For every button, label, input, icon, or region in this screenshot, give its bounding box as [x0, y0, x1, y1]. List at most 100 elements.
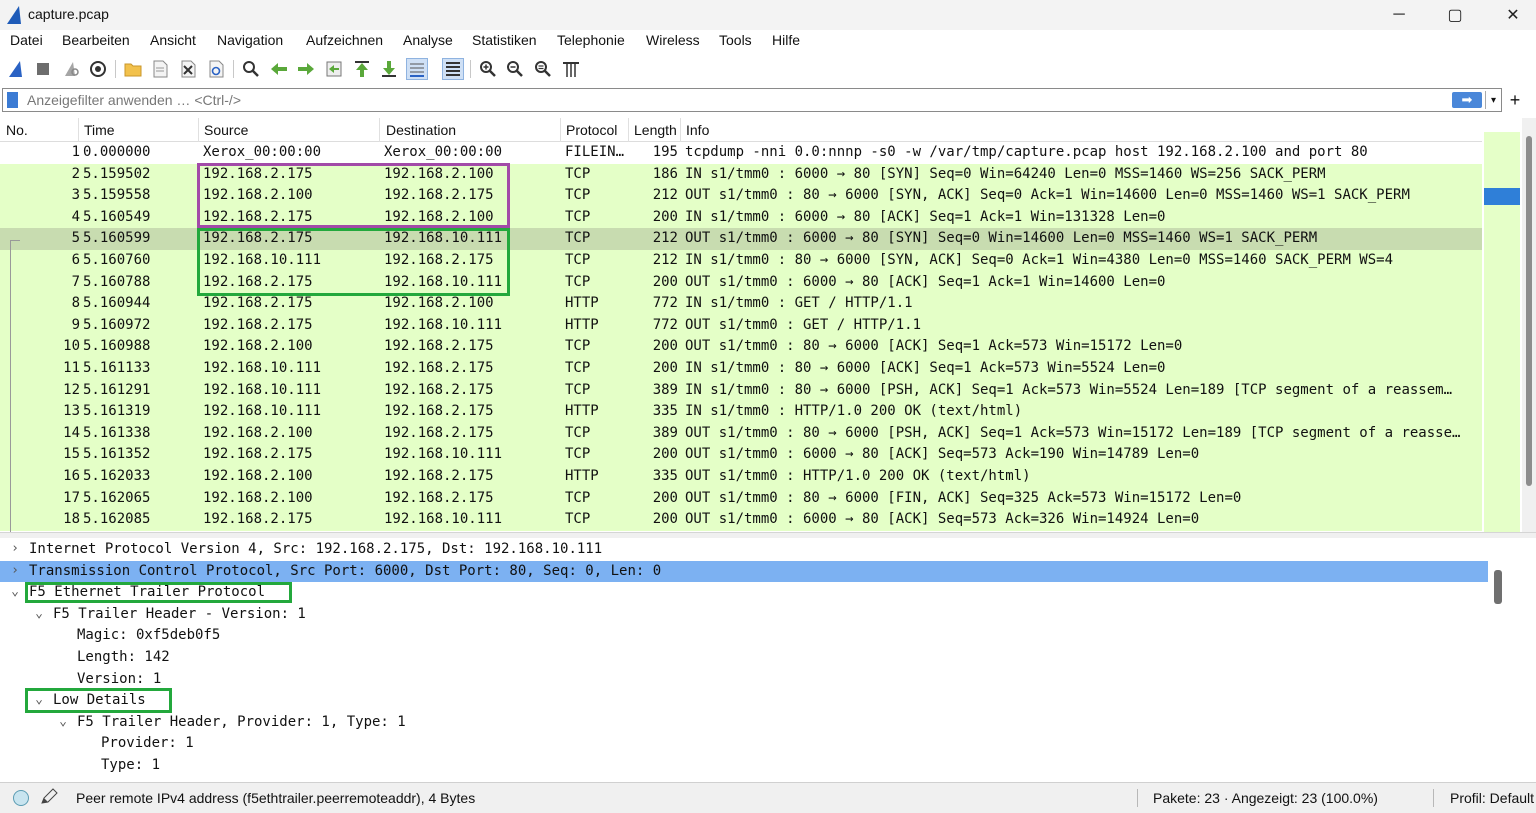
go-to-packet-button[interactable]: [323, 58, 345, 80]
packet-number: 1: [71, 144, 80, 160]
details-tree-item[interactable]: Magic: 0xf5deb0f5: [0, 625, 1488, 647]
menu-bearbeiten[interactable]: Bearbeiten: [62, 32, 130, 48]
stop-capture-button[interactable]: [32, 58, 54, 80]
chevron-expanded-icon[interactable]: ⌄: [32, 692, 46, 707]
packet-time: 5.161319: [83, 403, 151, 420]
packet-row[interactable]: 10 5.160988 192.168.2.100 192.168.2.175 TCP 2…: [0, 336, 1482, 358]
column-separator[interactable]: [680, 118, 681, 142]
column-separator[interactable]: [78, 118, 79, 142]
menu-telephonie[interactable]: Telephonie: [557, 32, 625, 48]
maximize-button[interactable]: ▢: [1432, 0, 1478, 30]
minimize-button[interactable]: ─: [1376, 0, 1422, 30]
packet-row[interactable]: 14 5.161338 192.168.2.100 192.168.2.175 TCP 3…: [0, 422, 1482, 445]
status-profile[interactable]: Profil: Default: [1450, 790, 1534, 806]
scrollbar-thumb[interactable]: [1526, 136, 1532, 486]
apply-filter-button[interactable]: ➡: [1452, 92, 1482, 108]
packet-minimap[interactable]: [1484, 132, 1520, 532]
capture-options-button[interactable]: [87, 58, 109, 80]
chevron-expanded-icon[interactable]: ⌄: [32, 606, 46, 621]
chevron-expanded-icon[interactable]: ⌄: [8, 584, 22, 599]
start-capture-button[interactable]: [5, 58, 27, 80]
zoom-in-button[interactable]: [477, 58, 499, 80]
chevron-collapsed-icon[interactable]: ›: [8, 563, 22, 578]
filter-history-dropdown[interactable]: ▾: [1485, 91, 1501, 109]
restart-capture-button[interactable]: [60, 58, 82, 80]
find-packet-button[interactable]: [240, 58, 262, 80]
packet-row[interactable]: 7 5.160788 192.168.2.175 192.168.10.111 TCP 2…: [0, 271, 1482, 294]
column-separator[interactable]: [560, 118, 561, 142]
resize-columns-button[interactable]: [560, 58, 582, 80]
details-tree-item[interactable]: › Internet Protocol Version 4, Src: 192.1…: [0, 539, 1488, 561]
menu-tools[interactable]: Tools: [719, 32, 752, 48]
column-header-protocol[interactable]: Protocol: [566, 122, 617, 138]
menu-navigation[interactable]: Navigation: [217, 32, 283, 48]
close-file-button[interactable]: [177, 58, 199, 80]
menu-hilfe[interactable]: Hilfe: [772, 32, 800, 48]
reload-file-button[interactable]: [205, 58, 227, 80]
go-back-button[interactable]: [268, 58, 290, 80]
details-tree-item[interactable]: ⌄ F5 Trailer Header, Provider: 1, Type: 1: [0, 712, 1488, 734]
shark-fin-start-icon: [9, 61, 22, 77]
column-header-source[interactable]: Source: [204, 122, 248, 138]
packet-row[interactable]: 18 5.162085 192.168.2.175 192.168.10.111 TCP…: [0, 509, 1482, 531]
column-header-destination[interactable]: Destination: [386, 122, 456, 138]
save-file-button[interactable]: [149, 58, 171, 80]
packet-row[interactable]: 4 5.160549 192.168.2.175 192.168.2.100 TCP 20…: [0, 206, 1482, 229]
menu-analyse[interactable]: Analyse: [403, 32, 453, 48]
details-tree-item[interactable]: ⌄ Low Details: [0, 690, 1488, 712]
packet-row[interactable]: 6 5.160760 192.168.10.111 192.168.2.175 TCP 2…: [0, 250, 1482, 272]
details-tree-item[interactable]: Length: 142: [0, 647, 1488, 669]
go-forward-button[interactable]: [295, 58, 317, 80]
packet-row[interactable]: 9 5.160972 192.168.2.175 192.168.10.111 HTTP…: [0, 314, 1482, 337]
bookmark-icon[interactable]: [7, 92, 18, 108]
details-tree-item[interactable]: Version: 1: [0, 669, 1488, 691]
colorize-button[interactable]: [442, 58, 464, 80]
close-file-icon: [181, 60, 196, 78]
last-packet-button[interactable]: [378, 58, 400, 80]
menu-datei[interactable]: Datei: [10, 32, 43, 48]
column-separator[interactable]: [198, 118, 199, 142]
column-header-info[interactable]: Info: [686, 122, 709, 138]
packet-row[interactable]: 16 5.162033 192.168.2.100 192.168.2.175 HTTP…: [0, 466, 1482, 488]
column-header-time[interactable]: Time: [84, 122, 115, 138]
details-tree-item[interactable]: Type: 1: [0, 755, 1488, 777]
column-separator[interactable]: [628, 118, 629, 142]
details-scrollbar[interactable]: [1490, 538, 1504, 782]
chevron-collapsed-icon[interactable]: ›: [8, 541, 22, 556]
menu-aufzeichnen[interactable]: Aufzeichnen: [306, 32, 383, 48]
packet-row[interactable]: 12 5.161291 192.168.10.111 192.168.2.175 TCP…: [0, 379, 1482, 402]
first-packet-button[interactable]: [351, 58, 373, 80]
column-header-no[interactable]: No.: [6, 122, 28, 138]
column-separator[interactable]: [379, 118, 380, 142]
capture-status-icon[interactable]: [12, 789, 30, 807]
add-filter-button[interactable]: +: [1507, 90, 1523, 110]
packet-list-scrollbar[interactable]: [1522, 118, 1536, 532]
zoom-out-button[interactable]: [504, 58, 526, 80]
packet-row[interactable]: 15 5.161352 192.168.2.175 192.168.10.111 TCP…: [0, 444, 1482, 466]
packet-row[interactable]: 3 5.159558 192.168.2.100 192.168.2.175 TCP 21…: [0, 185, 1482, 207]
packet-row[interactable]: 13 5.161319 192.168.10.111 192.168.2.175 HTT…: [0, 401, 1482, 423]
chevron-expanded-icon[interactable]: ⌄: [56, 714, 70, 729]
packet-row[interactable]: 8 5.160944 192.168.2.175 192.168.2.100 HTTP 7…: [0, 293, 1482, 315]
packet-row[interactable]: 17 5.162065 192.168.2.100 192.168.2.175 TCP 2…: [0, 487, 1482, 510]
autoscroll-button[interactable]: [406, 58, 428, 80]
display-filter-input[interactable]: [27, 90, 1437, 110]
scrollbar-thumb[interactable]: [1494, 570, 1502, 604]
normal-size-button[interactable]: [532, 58, 554, 80]
details-tree-item[interactable]: ⌄ F5 Ethernet Trailer Protocol: [0, 582, 1488, 604]
packet-length: 772: [652, 295, 678, 312]
edit-comment-icon[interactable]: [40, 788, 58, 806]
column-header-length[interactable]: Length: [634, 122, 677, 138]
menu-statistiken[interactable]: Statistiken: [472, 32, 537, 48]
open-file-button[interactable]: [122, 58, 144, 80]
packet-row[interactable]: 11 5.161133 192.168.10.111 192.168.2.175 TCP…: [0, 358, 1482, 380]
details-tree-item[interactable]: ⌄ F5 Trailer Header - Version: 1: [0, 604, 1488, 626]
menu-wireless[interactable]: Wireless: [646, 32, 700, 48]
packet-row[interactable]: 1 0.000000 Xerox_00:00:00 Xerox_00:00:00 FIL…: [0, 142, 1482, 164]
packet-row[interactable]: 2 5.159502 192.168.2.175 192.168.2.100 TCP 18…: [0, 163, 1482, 186]
details-tree-item[interactable]: › Transmission Control Protocol, Src Port…: [0, 560, 1488, 583]
menu-ansicht[interactable]: Ansicht: [150, 32, 196, 48]
packet-row[interactable]: 5 5.160599 192.168.2.175 192.168.10.111 TCP 2…: [0, 228, 1482, 250]
close-button[interactable]: ✕: [1490, 0, 1536, 30]
details-tree-item[interactable]: Provider: 1: [0, 733, 1488, 755]
